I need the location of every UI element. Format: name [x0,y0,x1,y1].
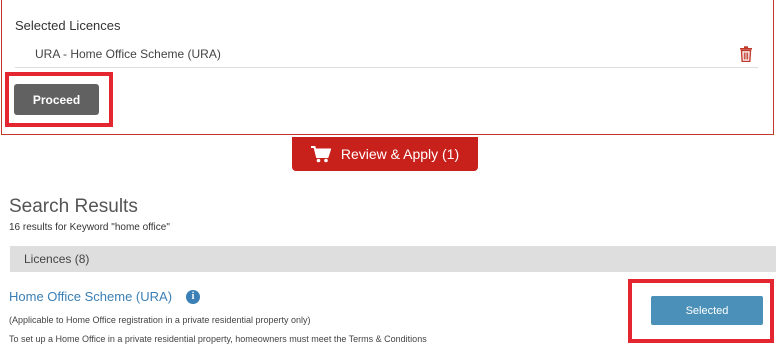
selected-licence-name: URA - Home Office Scheme (URA) [35,47,221,61]
selected-licence-item: URA - Home Office Scheme (URA) [15,40,758,68]
selected-licences-panel: Selected Licences URA - Home Office Sche… [1,0,774,135]
review-apply-label: Review & Apply (1) [340,146,460,162]
result-description: To set up a Home Office in a private res… [9,334,427,344]
trash-icon[interactable] [739,46,753,62]
tab-licences[interactable]: Licences (8) [10,246,776,272]
results-count: 16 results for Keyword "home office" [9,222,170,233]
selected-button[interactable]: Selected [651,296,763,325]
search-results-title: Search Results [9,196,138,217]
proceed-button[interactable]: Proceed [14,84,99,115]
info-icon[interactable]: i [186,290,200,304]
review-apply-button[interactable]: Review & Apply (1) [292,137,478,171]
result-title-link[interactable]: Home Office Scheme (URA) [9,289,172,304]
result-note: (Applicable to Home Office registration … [9,315,311,325]
tab-licences-label: Licences (8) [24,252,90,266]
panel-title: Selected Licences [15,18,121,33]
cart-icon [310,145,331,162]
